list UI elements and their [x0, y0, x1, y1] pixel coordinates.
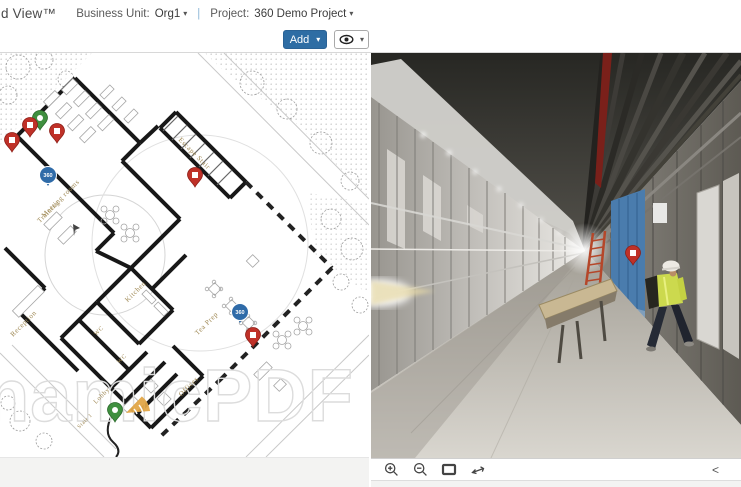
photo-360-image: [371, 53, 741, 458]
map-pin-red[interactable]: [50, 124, 65, 144]
floorplan-drawing: namicPDF Escape StairMeeting roomsTraini…: [0, 53, 369, 457]
header-divider: |: [197, 8, 200, 20]
app-logo: d View™: [1, 6, 56, 21]
room-label: Tea Prep: [193, 310, 219, 336]
map-pin-red[interactable]: [23, 118, 38, 138]
business-unit-dropdown[interactable]: Org1: [155, 8, 181, 20]
watermark: namicPDF: [0, 354, 354, 437]
action-bar: Add ▾ ▾: [0, 27, 741, 53]
project-label: Project:: [210, 8, 249, 20]
chevron-down-icon[interactable]: ▾: [349, 9, 353, 18]
zoom-out-icon[interactable]: [412, 462, 428, 478]
marker-360[interactable]: 360: [40, 167, 57, 187]
door-panel: [697, 185, 719, 349]
project-dropdown[interactable]: 360 Demo Project: [254, 8, 346, 20]
photo-toolbar: <: [371, 458, 741, 480]
floorplan-viewer[interactable]: namicPDF Escape StairMeeting roomsTraini…: [0, 53, 369, 486]
business-unit-label: Business Unit:: [76, 8, 150, 20]
eye-icon: [339, 34, 354, 45]
visibility-dropdown-button[interactable]: ▾: [334, 30, 369, 49]
fullscreen-icon[interactable]: [441, 462, 457, 478]
zoom-in-icon[interactable]: [383, 462, 399, 478]
door-panel: [723, 173, 739, 359]
shoe: [684, 342, 694, 347]
north-arrow-icon: [73, 224, 80, 236]
plan-footer-strip: [0, 457, 369, 487]
map-pin-red[interactable]: [5, 133, 20, 153]
wall-sign: [653, 203, 667, 223]
chevron-down-icon[interactable]: ▾: [183, 9, 187, 18]
room-label: WC: [93, 325, 105, 337]
pan-icon[interactable]: [470, 462, 486, 478]
main-content: namicPDF Escape StairMeeting roomsTraini…: [0, 53, 741, 486]
map-pin-red[interactable]: [188, 168, 203, 188]
svg-text:360: 360: [235, 310, 244, 316]
svg-text:360: 360: [43, 173, 52, 179]
photo-360-viewer[interactable]: <: [371, 53, 741, 486]
shoe: [646, 347, 656, 352]
add-button[interactable]: Add ▾: [283, 30, 327, 49]
add-button-label: Add: [290, 34, 310, 46]
chevron-down-icon: ▾: [316, 35, 320, 44]
room-label: Reception: [9, 309, 39, 339]
chevron-down-icon: ▾: [360, 35, 364, 44]
collapse-panel-chevron[interactable]: <: [712, 463, 719, 477]
top-header-bar: d View™ Business Unit: Org1 ▾ | Project:…: [0, 0, 741, 27]
